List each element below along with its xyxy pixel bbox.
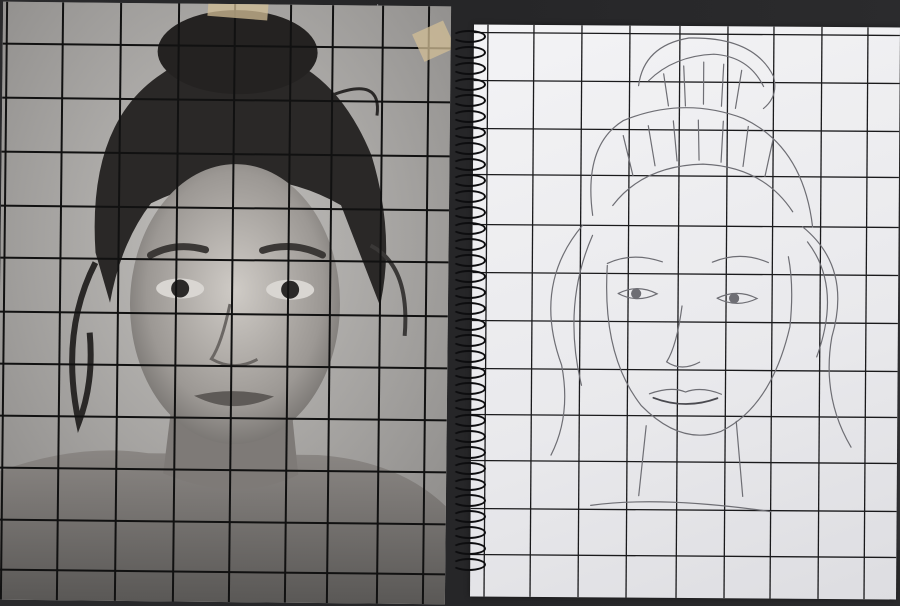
spiral-coil [452, 30, 486, 43]
spiral-coil [452, 318, 486, 331]
spiral-coil [452, 222, 486, 235]
spiral-coil [452, 46, 486, 59]
spiral-coil [452, 542, 486, 555]
spiral-coil [452, 526, 486, 539]
reference-photo-page [0, 1, 452, 605]
sketch-grid [470, 24, 900, 600]
spiral-coil [452, 430, 486, 443]
spiral-coil [452, 158, 486, 171]
spiral-coil [452, 94, 486, 107]
reference-portrait-photo [0, 1, 452, 605]
spiral-coil [452, 366, 486, 379]
spiral-coil [452, 494, 486, 507]
spiral-coil [452, 414, 486, 427]
spiral-coil [452, 206, 486, 219]
spiral-coil [452, 286, 486, 299]
spiral-coil [452, 334, 486, 347]
spiral-coil [452, 126, 486, 139]
spiral-coil [452, 174, 486, 187]
spiral-coil [452, 142, 486, 155]
spiral-coil [452, 462, 486, 475]
spiral-coil [452, 510, 486, 523]
spiral-coil [452, 190, 486, 203]
spiral-coil [452, 254, 486, 267]
spiral-coil [452, 270, 486, 283]
spiral-coil [452, 238, 486, 251]
spiral-coil [452, 398, 486, 411]
pencil-portrait-sketch [470, 24, 900, 600]
spiral-coil [452, 446, 486, 459]
spiral-binding-icon [448, 30, 488, 575]
spiral-coil [452, 478, 486, 491]
spiral-coil [452, 110, 486, 123]
spiral-coil [452, 558, 486, 571]
spiral-coil [452, 62, 486, 75]
spiral-coil [452, 350, 486, 363]
spiral-coil [452, 78, 486, 91]
notebook-scene: OS Le [0, 0, 900, 606]
spiral-coil [452, 302, 486, 315]
spiral-coil [452, 382, 486, 395]
sketch-page [470, 24, 900, 600]
